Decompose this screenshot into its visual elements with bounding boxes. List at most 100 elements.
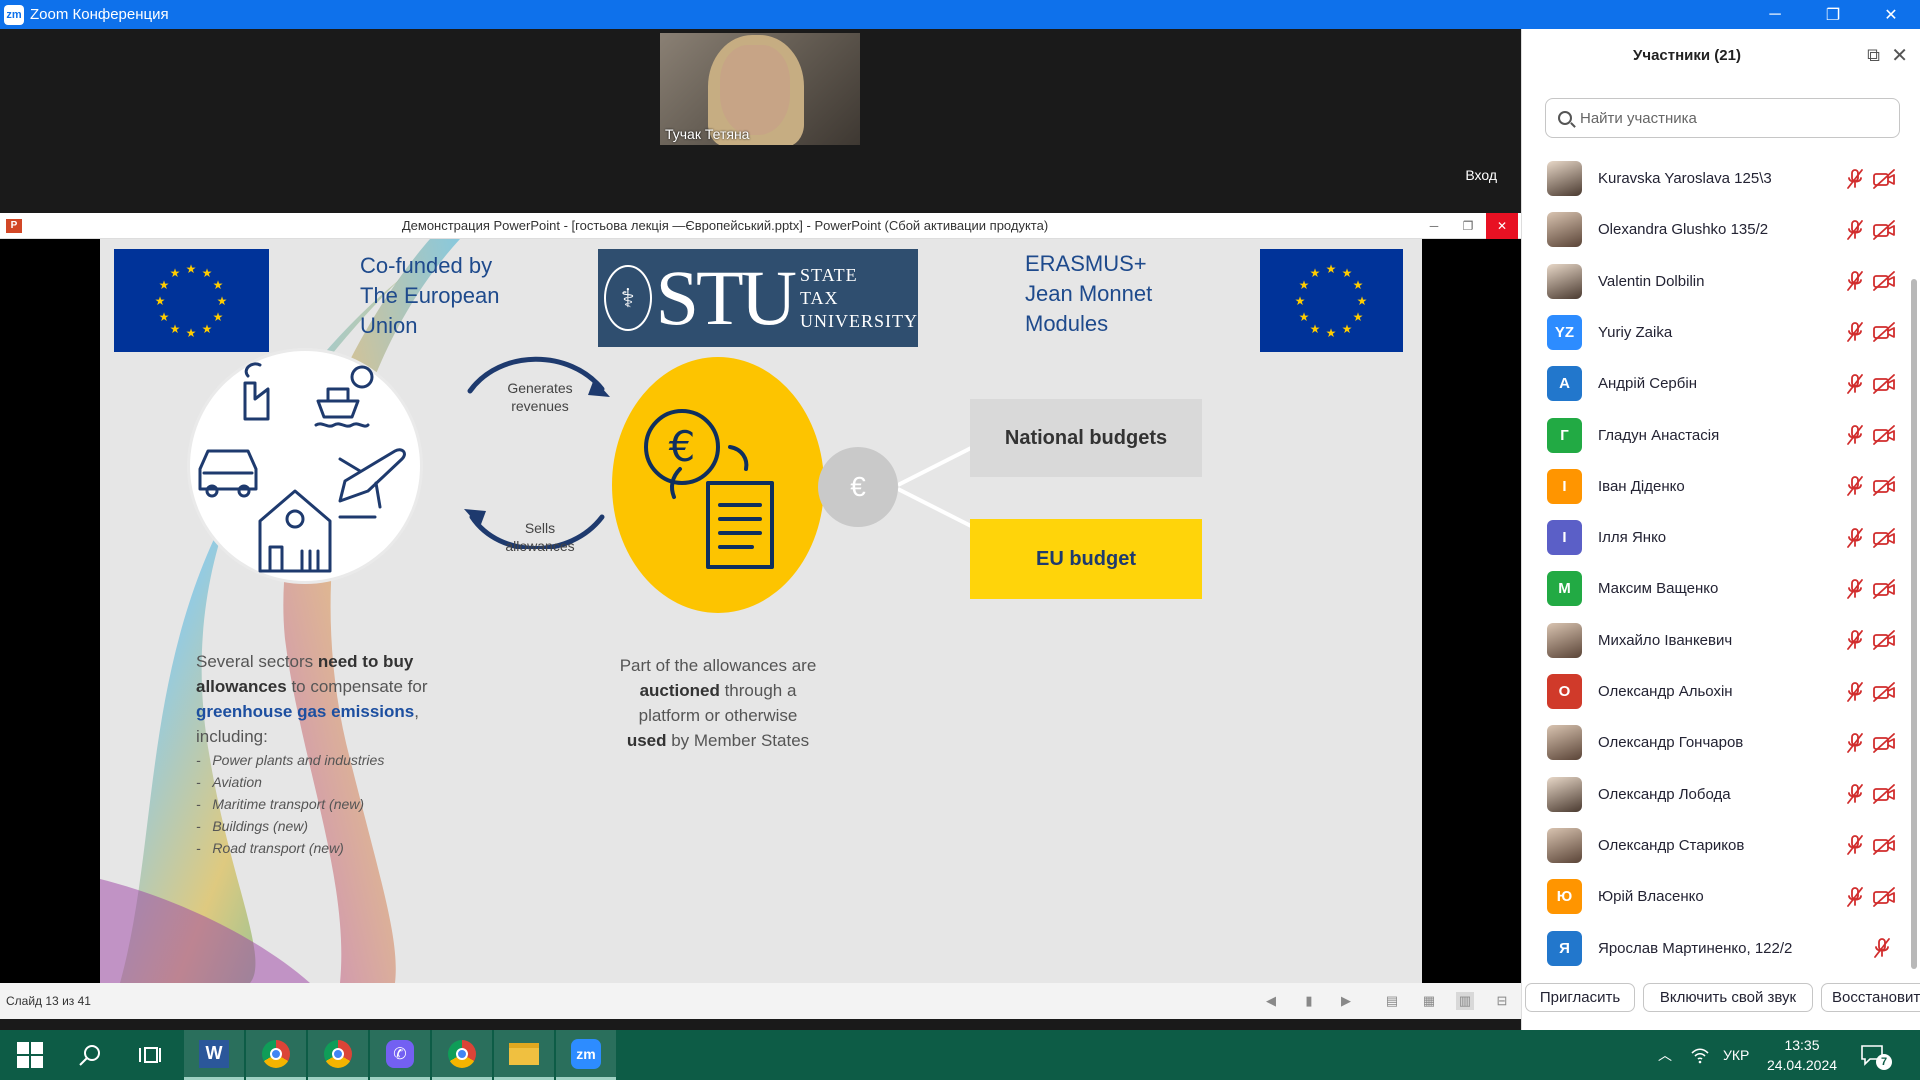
- network-icon[interactable]: [1690, 1030, 1710, 1080]
- clock[interactable]: 13:35 24.04.2024: [1766, 1030, 1838, 1080]
- task-view-button[interactable]: [120, 1030, 180, 1080]
- participant-row[interactable]: Ю Юрій Власенко: [1522, 871, 1902, 922]
- taskbar-chrome-1[interactable]: [246, 1030, 306, 1080]
- participants-title: Участники (21): [1633, 47, 1741, 64]
- search-icon: [79, 1045, 100, 1066]
- avatar: І: [1547, 520, 1582, 556]
- reading-view-icon[interactable]: ▥: [1456, 992, 1474, 1010]
- restore-button-panel[interactable]: Восстановить: [1821, 983, 1920, 1012]
- language-indicator[interactable]: УКР: [1723, 1030, 1749, 1080]
- restore-button[interactable]: ❐: [1804, 0, 1862, 29]
- sectors-line: greenhouse gas emissions,: [196, 699, 516, 724]
- participant-search-input[interactable]: Найти участника: [1545, 98, 1900, 138]
- stu-word: TAX: [800, 287, 839, 308]
- taskbar-word[interactable]: W: [184, 1030, 244, 1080]
- erasmus-line: Modules: [1025, 311, 1109, 336]
- participant-scrollbar[interactable]: [1911, 279, 1917, 969]
- participant-row[interactable]: YZ Yuriy Zaika: [1522, 307, 1902, 358]
- ppt-close-button[interactable]: ✕: [1486, 213, 1518, 239]
- mic-muted-icon: [1845, 527, 1865, 549]
- participant-row[interactable]: Олександр Стариков: [1522, 820, 1902, 871]
- taskbar-chrome-3[interactable]: [432, 1030, 492, 1080]
- slide[interactable]: ★ ★ ★ ★ ★ ★ ★ ★ ★ ★ ★ ★ ★ ★ ★ ★ ★ ★ ★ ★ ★ ★ ★ ★: [100, 239, 1422, 983]
- camera-off-icon: [1872, 373, 1896, 394]
- close-panel-icon[interactable]: ✕: [1891, 43, 1908, 68]
- coins-icon: €: [818, 447, 898, 527]
- national-budgets-box: National budgets: [970, 399, 1202, 477]
- mic-muted-icon: [1845, 424, 1865, 446]
- participant-name: Олександр Альохін: [1598, 683, 1733, 700]
- participant-name: Олександр Лобода: [1598, 785, 1731, 803]
- avatar: Я: [1547, 930, 1582, 966]
- search-button[interactable]: [60, 1030, 120, 1080]
- svg-text:★: ★: [1353, 310, 1364, 324]
- avatar: Г: [1547, 417, 1582, 453]
- participant-row[interactable]: Михайло Іванкевич: [1522, 615, 1902, 666]
- normal-view-icon[interactable]: ▤: [1383, 992, 1401, 1010]
- svg-text:★: ★: [170, 266, 181, 280]
- slide-menu-icon[interactable]: ▮: [1300, 992, 1318, 1010]
- erasmus-line: Jean Monnet: [1025, 281, 1153, 306]
- participant-row[interactable]: О Олександр Альохін: [1522, 666, 1902, 717]
- minimize-button[interactable]: ─: [1746, 0, 1804, 29]
- svg-text:★: ★: [186, 262, 197, 276]
- sectors-list-label: Road transport (new): [212, 840, 344, 856]
- svg-text:★: ★: [1326, 262, 1337, 276]
- slide-viewport: ★ ★ ★ ★ ★ ★ ★ ★ ★ ★ ★ ★ ★ ★ ★ ★ ★ ★ ★ ★ ★ ★ ★ ★: [0, 239, 1521, 983]
- avatar: І: [1547, 468, 1582, 504]
- svg-text:★: ★: [1295, 294, 1306, 308]
- mic-muted-icon: [1845, 578, 1865, 600]
- ppt-minimize-button[interactable]: ─: [1418, 213, 1450, 239]
- show-hidden-icons[interactable]: ︿: [1658, 1030, 1672, 1080]
- taskbar-viber[interactable]: ✆: [370, 1030, 430, 1080]
- svg-text:★: ★: [1342, 322, 1353, 336]
- enter-label[interactable]: Вход: [1459, 165, 1503, 185]
- popout-icon[interactable]: ⧉: [1867, 45, 1880, 66]
- sectors-list-item: - Buildings (new): [196, 818, 309, 834]
- next-slide-icon[interactable]: ▶: [1337, 992, 1355, 1010]
- previous-slide-icon[interactable]: ◀: [1262, 992, 1280, 1010]
- speaker-video-tile[interactable]: Тучак Тетяна: [660, 33, 860, 145]
- taskbar-zoom[interactable]: zm: [556, 1030, 616, 1080]
- participant-row[interactable]: Olexandra Glushko 135/2: [1522, 204, 1902, 255]
- mic-muted-icon: [1845, 629, 1865, 651]
- slideshow-icon[interactable]: ⊟: [1493, 992, 1511, 1010]
- notifications-button[interactable]: 7: [1860, 1030, 1892, 1080]
- mic-muted-icon: [1845, 732, 1865, 754]
- sectors-text-bold: need to buy: [317, 652, 414, 671]
- participant-row[interactable]: М Максим Ващенко: [1522, 563, 1902, 614]
- chrome-icon: [324, 1039, 352, 1068]
- close-button[interactable]: ✕: [1862, 0, 1920, 29]
- participant-list: Kuravska Yaroslava 125\3 Olexandra Glushk…: [1522, 153, 1920, 973]
- participant-row[interactable]: Олександр Гончаров: [1522, 717, 1902, 768]
- taskbar-chrome-2[interactable]: [308, 1030, 368, 1080]
- zoom-icon: zm: [571, 1038, 601, 1069]
- unmute-self-button[interactable]: Включить свой звук: [1643, 983, 1813, 1012]
- participant-row[interactable]: І Іван Діденко: [1522, 461, 1902, 512]
- slide-sorter-icon[interactable]: ▦: [1420, 992, 1438, 1010]
- svg-text:★: ★: [1310, 322, 1321, 336]
- participant-row[interactable]: Valentin Dolbilin: [1522, 256, 1902, 307]
- taskbar-file-explorer[interactable]: [494, 1030, 554, 1080]
- clock-date: 24.04.2024: [1766, 1057, 1838, 1073]
- start-button[interactable]: [0, 1030, 60, 1080]
- participant-row[interactable]: A Андрій Сербін: [1522, 358, 1902, 409]
- invite-button[interactable]: Пригласить: [1525, 983, 1635, 1012]
- sectors-line: allowances to compensate for: [196, 674, 516, 699]
- participant-row[interactable]: Олександр Лобода: [1522, 769, 1902, 820]
- participant-row[interactable]: Kuravska Yaroslava 125\3: [1522, 153, 1902, 204]
- mic-muted-icon: [1872, 937, 1892, 959]
- avatar: [1547, 776, 1582, 812]
- ppt-restore-button[interactable]: ❐: [1452, 213, 1484, 239]
- participant-name: Максим Ващенко: [1598, 580, 1719, 598]
- svg-text:€: €: [669, 422, 696, 471]
- participant-row[interactable]: Я Ярослав Мартиненко, 122/2: [1522, 923, 1902, 974]
- svg-text:★: ★: [1299, 278, 1310, 292]
- mic-muted-icon: [1845, 886, 1865, 908]
- participant-name: Олександр Гончаров: [1598, 734, 1744, 752]
- participant-name: Михайло Іванкевич: [1598, 631, 1733, 649]
- participant-row[interactable]: І Ілля Янко: [1522, 512, 1902, 563]
- generates-line: Generates: [507, 380, 573, 396]
- sectors-text-emphasis: greenhouse gas emissions: [196, 702, 415, 721]
- participant-row[interactable]: Г Гладун Анастасія: [1522, 410, 1902, 461]
